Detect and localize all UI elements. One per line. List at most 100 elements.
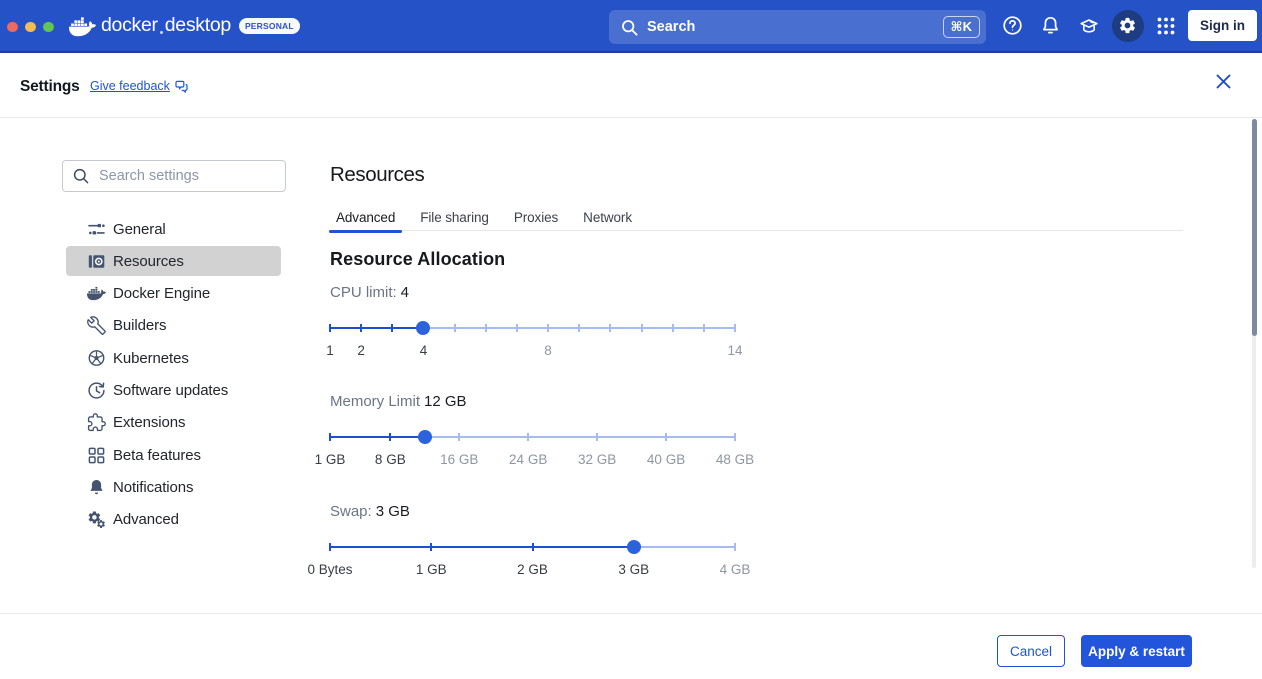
mem-tick-32 (596, 433, 598, 441)
cpu-tick-9 (578, 324, 580, 332)
sidebar-item-notifications[interactable]: Notifications (66, 472, 281, 502)
settings-active-indicator (1112, 10, 1144, 42)
sidebar-item-software-updates[interactable]: Software updates (66, 375, 281, 405)
mem-tick-label-48: 48 GB (716, 452, 754, 467)
software-updates-icon (87, 381, 106, 400)
mem-tick-labels: 1 GB8 GB16 GB24 GB32 GB40 GB48 GB (330, 452, 735, 468)
sidebar-item-docker-engine[interactable]: Docker Engine (66, 279, 281, 309)
mem-tick-label-40: 40 GB (647, 452, 685, 467)
swap-label-text: Swap: (330, 503, 372, 520)
cpu-tick-1 (329, 324, 331, 332)
mem-slider[interactable] (330, 430, 735, 444)
sidebar-item-general[interactable]: General (66, 214, 281, 244)
notifications-icon (87, 478, 106, 497)
cpu-tick-8 (547, 324, 549, 332)
settings-button[interactable] (1109, 7, 1148, 45)
give-feedback-link[interactable]: Give feedback (90, 79, 188, 93)
close-icon (1216, 74, 1231, 89)
swap-tick-1 (430, 543, 432, 551)
sidebar-item-beta-features[interactable]: Beta features (66, 440, 281, 470)
swap-slider-handle[interactable] (627, 540, 641, 554)
mem-label-text: Memory Limit (330, 393, 420, 410)
sidebar-item-label: Builders (113, 317, 166, 334)
cpu-tick-5 (454, 324, 456, 332)
search-shortcut-badge: ⌘K (943, 16, 980, 38)
cpu-tick-10 (609, 324, 611, 332)
docker-desktop-logo: dockerdesktop PERSONAL (69, 0, 300, 51)
swap-slider-fill (330, 546, 634, 548)
docker-whale-icon (69, 16, 96, 38)
apps-grid-icon (1156, 16, 1176, 36)
logo-brand-text: docker (101, 14, 158, 37)
notifications-button[interactable] (1032, 7, 1071, 45)
cpu-tick-6 (485, 324, 487, 332)
tab-bar: Advanced File sharing Proxies Network (329, 204, 1183, 231)
sidebar-item-label: Extensions (113, 414, 185, 431)
cpu-tick-label-4: 4 (420, 343, 428, 358)
swap-slider-group: Swap:3 GB0 Bytes1 GB2 GB3 GB4 GB (330, 503, 1030, 520)
search-placeholder: Search (647, 19, 943, 35)
cpu-label-text: CPU limit: (330, 284, 397, 301)
help-button[interactable] (993, 7, 1032, 45)
cpu-value: 4 (401, 284, 409, 301)
swap-value: 3 GB (376, 503, 410, 520)
feedback-bubble-icon (175, 80, 188, 93)
swap-tick-0 (329, 543, 331, 551)
tab-proxies[interactable]: Proxies (507, 204, 565, 231)
sidebar-item-label: Kubernetes (113, 350, 189, 367)
logo-product-text: desktop (165, 14, 231, 37)
mem-slider-group: Memory Limit12 GB1 GB8 GB16 GB24 GB32 GB… (330, 393, 1030, 410)
logo-dot (160, 31, 163, 34)
swap-tick-label-3: 3 GB (618, 562, 649, 577)
swap-tick-2 (532, 543, 534, 551)
beta-features-icon (87, 446, 106, 465)
sidebar-item-resources[interactable]: Resources (66, 246, 281, 276)
sidebar-item-builders[interactable]: Builders (66, 311, 281, 341)
cancel-button[interactable]: Cancel (997, 635, 1065, 667)
sidebar-item-label: General (113, 221, 166, 238)
cpu-slider[interactable] (330, 321, 735, 335)
settings-title: Settings (20, 78, 80, 96)
sidebar-item-advanced[interactable]: Advanced (66, 505, 281, 535)
window-zoom-traffic-light[interactable] (43, 22, 54, 33)
tab-file-sharing[interactable]: File sharing (413, 204, 496, 231)
sidebar-item-extensions[interactable]: Extensions (66, 408, 281, 438)
settings-search-field[interactable] (62, 160, 286, 192)
sidebar-item-kubernetes[interactable]: Kubernetes (66, 343, 281, 373)
swap-label: Swap:3 GB (330, 503, 1030, 520)
mem-tick-16 (458, 433, 460, 441)
mem-slider-handle[interactable] (418, 430, 432, 444)
tab-advanced[interactable]: Advanced (329, 204, 402, 231)
mem-tick-1 (329, 433, 331, 441)
mem-value: 12 GB (424, 393, 467, 410)
cpu-tick-14 (734, 324, 736, 332)
cpu-label: CPU limit:4 (330, 284, 1030, 301)
cpu-slider-handle[interactable] (416, 321, 430, 335)
mem-tick-label-24: 24 GB (509, 452, 547, 467)
mem-tick-48 (734, 433, 736, 441)
scrollbar-thumb[interactable] (1252, 119, 1257, 336)
learning-center-button[interactable] (1070, 7, 1109, 45)
cpu-tick-3 (391, 324, 393, 332)
close-settings-button[interactable] (1211, 69, 1236, 94)
mem-tick-label-16: 16 GB (440, 452, 478, 467)
settings-search-input[interactable] (99, 168, 275, 184)
swap-slider[interactable] (330, 540, 735, 554)
bell-icon (1040, 15, 1061, 36)
settings-nav: General ResourcesDocker Engine Builders K… (66, 214, 281, 537)
apps-grid-button[interactable] (1147, 7, 1186, 45)
window-minimize-traffic-light[interactable] (25, 22, 36, 33)
settings-header: Settings Give feedback (0, 55, 1262, 118)
mem-label: Memory Limit12 GB (330, 393, 1030, 410)
tab-network[interactable]: Network (576, 204, 639, 231)
help-icon (1002, 15, 1023, 36)
docker-engine-icon (87, 284, 106, 303)
swap-tick-label-0: 0 Bytes (307, 562, 352, 577)
apply-restart-button[interactable]: Apply & restart (1081, 635, 1192, 667)
cpu-tick-11 (641, 324, 643, 332)
settings-search-icon (73, 168, 89, 184)
global-search-input[interactable]: Search ⌘K (609, 10, 986, 44)
sign-in-button[interactable]: Sign in (1188, 10, 1257, 41)
cpu-tick-12 (672, 324, 674, 332)
window-close-traffic-light[interactable] (7, 22, 18, 33)
